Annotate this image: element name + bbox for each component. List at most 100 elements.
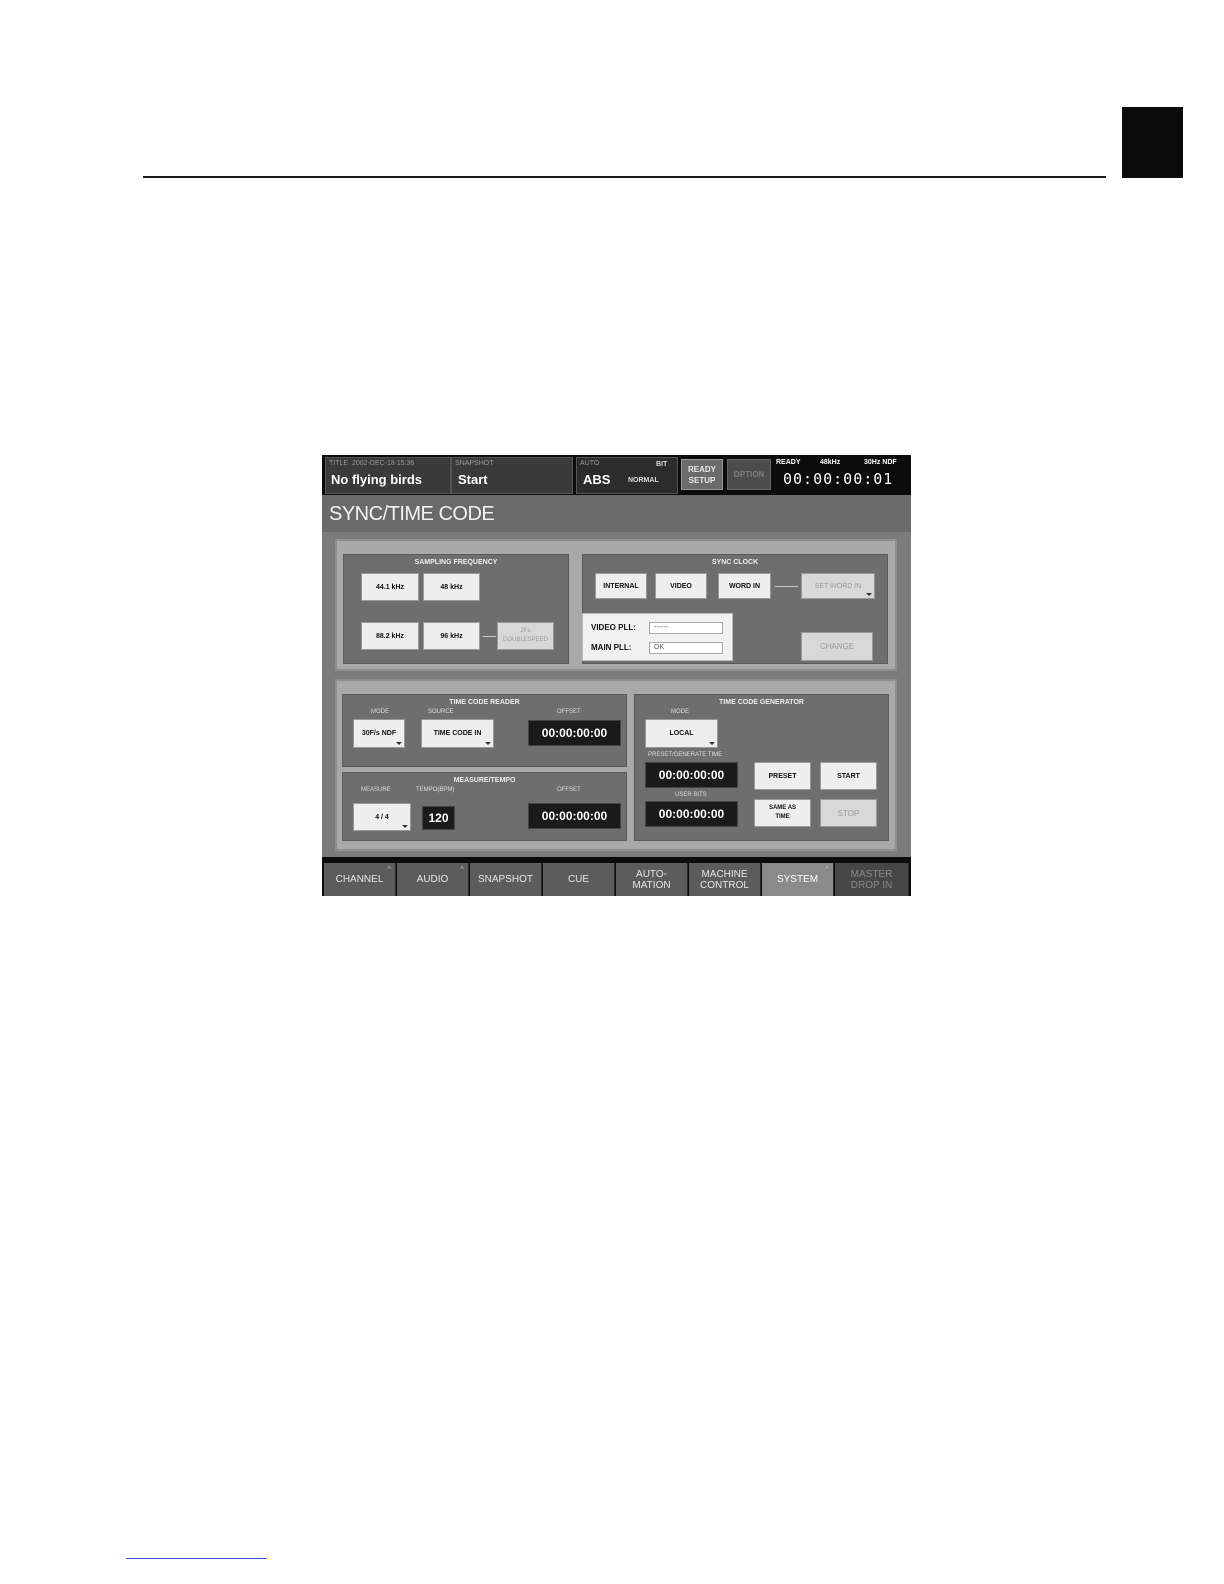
sampling-frequency-label: SAMPLING FREQUENCY xyxy=(414,559,498,566)
tempo-label: TEMPO(BPM) xyxy=(416,787,455,793)
project-title: No flying birds xyxy=(331,472,422,487)
preset-button[interactable]: PRESET xyxy=(754,762,811,790)
change-button[interactable]: CHANGE xyxy=(801,632,873,661)
tab-machine-line2: CONTROL xyxy=(700,879,749,891)
tab-machine-control[interactable]: MACHINE CONTROL xyxy=(689,863,761,896)
same-as-time-line2: TIME xyxy=(775,814,790,820)
video-pll-label: VIDEO PLL: xyxy=(591,623,636,632)
tab-automation-line1: AUTO- xyxy=(636,868,667,880)
main-pll-label: MAIN PLL: xyxy=(591,643,632,652)
double-speed-line1: 2Fs xyxy=(520,628,531,634)
pll-status-box: VIDEO PLL: ------ MAIN PLL: OK xyxy=(582,613,733,661)
set-word-in-dropdown[interactable]: SET WORD IN xyxy=(801,573,875,599)
tab-automation[interactable]: AUTO- MATION xyxy=(616,863,688,896)
generator-mode-label: MODE xyxy=(671,709,689,715)
tab-channel[interactable]: CHANNEL ^ xyxy=(324,863,396,896)
auto-mode: ABS xyxy=(583,472,611,487)
page-title: SYNC/TIME CODE xyxy=(329,503,495,525)
time-code-reader-label: TIME CODE READER xyxy=(449,699,520,706)
word-in-connector xyxy=(775,586,798,587)
time-code-reader-group: TIME CODE READER MODE 30F/s NDF SOURCE T… xyxy=(342,694,627,767)
start-button[interactable]: START xyxy=(820,762,877,790)
measure-offset-display[interactable]: 00:00:00:00 xyxy=(528,803,621,829)
sync-internal-button[interactable]: INTERNAL xyxy=(595,573,647,599)
reader-mode-label: MODE xyxy=(371,709,389,715)
sync-video-button[interactable]: VIDEO xyxy=(655,573,707,599)
measure-tempo-group: MEASURE/TEMPO MEASURE 4 / 4 TEMPO(BPM) 1… xyxy=(342,772,627,841)
mixer-screen: TITLE 2002-DEC-18 15:36 No flying birds … xyxy=(322,455,911,896)
tab-cue-label: CUE xyxy=(567,874,590,885)
snapshot-label: SNAPSHOT xyxy=(455,460,494,467)
tab-system[interactable]: SYSTEM ^ xyxy=(762,863,834,896)
reader-source-dropdown[interactable]: TIME CODE IN xyxy=(421,719,494,748)
bit-label: BIT xyxy=(656,461,668,468)
footnote-rule xyxy=(126,1558,267,1559)
title-box[interactable]: TITLE 2002-DEC-18 15:36 No flying birds xyxy=(325,457,451,494)
same-as-time-line1: SAME AS xyxy=(768,805,797,811)
video-pll-value: ------ xyxy=(649,622,723,634)
ready-status: READY xyxy=(776,459,801,466)
tab-audio[interactable]: AUDIO ^ xyxy=(397,863,469,896)
reader-mode-dropdown[interactable]: 30F/s NDF xyxy=(353,719,405,748)
tab-channel-label: CHANNEL xyxy=(335,874,384,885)
time-code-generator-label: TIME CODE GENERATOR xyxy=(719,699,804,706)
sync-clock-label: SYNC CLOCK xyxy=(711,559,759,566)
tab-master-line1: MASTER xyxy=(850,868,893,880)
timecode-panel: TIME CODE READER MODE 30F/s NDF SOURCE T… xyxy=(335,679,897,851)
preset-time-display[interactable]: 00:00:00:00 xyxy=(645,762,738,788)
sync-word-in-button[interactable]: WORD IN xyxy=(718,573,771,599)
reader-source-label: SOURCE xyxy=(428,709,454,715)
function-tab-bar: CHANNEL ^ AUDIO ^ SNAPSHOT CUE AUTO- MATIO… xyxy=(322,857,911,896)
automation-box[interactable]: AUTO BIT ABS NORMAL xyxy=(576,457,678,494)
frame-rate: 30Hz NDF xyxy=(864,459,897,466)
preset-time-label: PRESET/GENERATE TIME xyxy=(648,752,723,758)
generator-mode-dropdown[interactable]: LOCAL xyxy=(645,719,718,748)
tab-master-drop-in[interactable]: MASTER DROP IN xyxy=(835,863,909,896)
tab-machine-line1: MACHINE xyxy=(701,868,748,880)
user-bits-display[interactable]: 00:00:00:00 xyxy=(645,801,738,827)
measure-dropdown[interactable]: 4 / 4 xyxy=(353,803,411,831)
fs-96-button[interactable]: 96 kHz xyxy=(423,622,480,650)
page-title-bar: SYNC/TIME CODE xyxy=(322,495,911,532)
measure-tempo-label: MEASURE/TEMPO xyxy=(453,777,516,784)
header-rule xyxy=(143,176,1106,178)
measure-label: MEASURE xyxy=(361,787,391,793)
reader-offset-label: OFFSET xyxy=(557,709,581,715)
tab-automation-line2: MATION xyxy=(632,879,671,891)
double-speed-line2: DOUBLESPEED xyxy=(502,637,548,643)
auto-label: AUTO xyxy=(580,460,600,467)
caret-up-icon: ^ xyxy=(387,865,391,874)
snapshot-name: Start xyxy=(458,472,488,487)
stop-button[interactable]: STOP xyxy=(820,799,877,827)
tab-system-label: SYSTEM xyxy=(776,874,819,885)
tempo-display[interactable]: 120 xyxy=(422,806,455,830)
measure-offset-label: OFFSET xyxy=(557,787,581,793)
ready-setup-button[interactable]: READY SETUP xyxy=(681,459,723,490)
fs-88-2-button[interactable]: 88.2 kHz xyxy=(361,622,419,650)
status-bar: TITLE 2002-DEC-18 15:36 No flying birds … xyxy=(322,455,911,495)
same-as-time-button[interactable]: SAME AS TIME xyxy=(754,799,811,827)
user-bits-label: USER BITS xyxy=(675,792,707,798)
sync-panel: SAMPLING FREQUENCY 44.1 kHz 48 kHz 88.2 … xyxy=(335,539,897,671)
snapshot-box[interactable]: SNAPSHOT Start xyxy=(451,457,573,494)
fs-44-1-button[interactable]: 44.1 kHz xyxy=(361,573,419,601)
chapter-tab xyxy=(1122,107,1183,178)
caret-up-icon: ^ xyxy=(460,865,464,874)
double-speed-button[interactable]: 2Fs DOUBLESPEED xyxy=(497,622,554,650)
tab-master-line2: DROP IN xyxy=(850,879,893,891)
fs-connector xyxy=(483,636,496,637)
sampling-frequency-group: SAMPLING FREQUENCY 44.1 kHz 48 kHz 88.2 … xyxy=(343,554,569,664)
title-label: TITLE xyxy=(329,460,349,467)
option-button[interactable]: OPTION xyxy=(727,459,771,490)
tab-cue[interactable]: CUE xyxy=(543,863,615,896)
reader-offset-display[interactable]: 00:00:00:00 xyxy=(528,720,621,746)
time-code-generator-group: TIME CODE GENERATOR MODE LOCAL PRESET/GE… xyxy=(634,694,889,841)
fs-48-button[interactable]: 48 kHz xyxy=(423,573,480,601)
sample-rate: 48kHz xyxy=(820,459,841,466)
main-pll-value: OK xyxy=(649,642,723,654)
tab-audio-label: AUDIO xyxy=(416,874,449,885)
title-date: 2002-DEC-18 15:36 xyxy=(352,460,415,467)
tab-snapshot[interactable]: SNAPSHOT xyxy=(470,863,542,896)
normal-label: NORMAL xyxy=(628,477,659,484)
tab-snapshot-label: SNAPSHOT xyxy=(477,874,533,885)
